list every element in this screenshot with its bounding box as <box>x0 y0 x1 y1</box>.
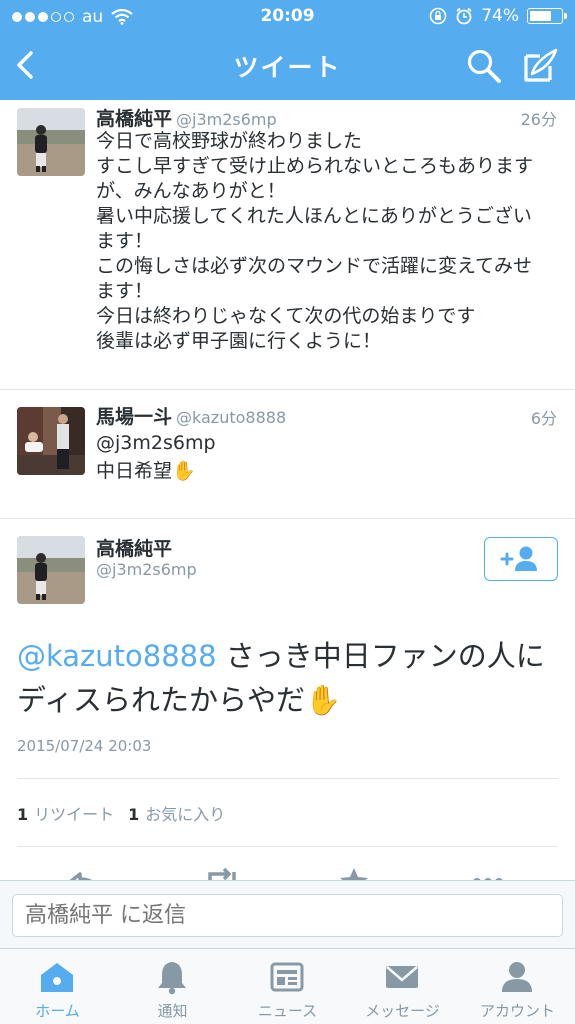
search-icon[interactable] <box>465 47 503 85</box>
author-handle[interactable]: @j3m2s6mp <box>96 560 197 579</box>
tab-label: ホーム <box>35 1002 80 1020</box>
tab-news[interactable]: ニュース <box>230 949 345 1024</box>
tweet-stats: 1 リツイート 1 お気に入り <box>17 801 225 825</box>
battery-icon <box>527 8 567 24</box>
tweet-timestamp: 2015/07/24 20:03 <box>17 737 152 755</box>
author-name: 高橋純平 <box>96 108 173 130</box>
avatar[interactable] <box>17 108 85 176</box>
home-icon <box>41 963 73 992</box>
tweet-text: 今日で高校野球が終わりました すこし早すぎて受け止められないところもあります が… <box>96 130 534 352</box>
avatar[interactable] <box>17 407 85 475</box>
news-icon <box>270 962 304 992</box>
author-handle: @kazuto8888 <box>176 408 287 427</box>
tweet-item[interactable]: 高橋純平 @j3m2s6mp 26分 今日で高校野球が終わりました すこし早すぎて… <box>0 100 575 390</box>
reply-input[interactable] <box>12 894 563 937</box>
mention-link[interactable]: @kazuto8888 <box>17 639 217 673</box>
tweet-actions <box>0 862 575 882</box>
tab-label: ニュース <box>257 1002 318 1020</box>
reply-bar <box>0 880 575 948</box>
tab-label: アカウント <box>479 1002 555 1020</box>
header: au 20:09 74% ツイート <box>0 0 575 100</box>
person-icon <box>502 962 532 992</box>
compose-icon[interactable] <box>520 46 560 86</box>
favorite-label: お気に入り <box>145 805 226 824</box>
retweet-stat[interactable]: 1 リツイート <box>17 801 114 825</box>
tab-notifications[interactable]: 通知 <box>115 949 230 1024</box>
battery-level <box>530 11 551 21</box>
favorite-stat[interactable]: 1 お気に入り <box>128 801 225 825</box>
tweet-text: @kazuto8888 さっき中日ファンの人にディスられたからやだ✋ <box>17 634 557 722</box>
nav-bar: ツイート <box>0 34 575 100</box>
status-right: 74% <box>429 6 567 26</box>
tab-messages[interactable]: メッセージ <box>345 949 460 1024</box>
tab-home[interactable]: ホーム <box>0 949 115 1024</box>
tweet-item[interactable]: 馬場一斗 @kazuto8888 6分 @j3m2s6mp 中日希望✋ <box>0 390 575 519</box>
divider <box>17 778 558 779</box>
author-name[interactable]: 高橋純平 <box>96 534 172 561</box>
tweet-time: 26分 <box>520 110 557 129</box>
envelope-icon <box>386 966 418 988</box>
retweet-count: 1 <box>17 805 29 824</box>
battery-percent: 74% <box>481 6 519 26</box>
author-handle: @j3m2s6mp <box>176 110 277 129</box>
tab-label: 通知 <box>157 1002 188 1020</box>
alarm-icon <box>456 7 472 25</box>
add-user-icon <box>500 546 537 571</box>
avatar[interactable] <box>17 536 85 604</box>
follow-button[interactable] <box>484 537 558 581</box>
status-bar: au 20:09 74% <box>0 0 575 34</box>
divider <box>17 846 558 847</box>
rotation-lock-icon <box>429 7 447 25</box>
tweet-time: 6分 <box>530 409 557 428</box>
favorite-count: 1 <box>128 805 140 824</box>
tweet-author[interactable]: 馬場一斗 @kazuto8888 <box>96 402 286 429</box>
author-name: 馬場一斗 <box>96 406 173 428</box>
tab-label: メッセージ <box>365 1002 440 1020</box>
tweet-text: @j3m2s6mp 中日希望✋ <box>96 432 216 482</box>
tab-bar: ホーム 通知 ニュース メッセージ アカウント <box>0 948 575 1024</box>
bell-icon <box>158 962 186 995</box>
retweet-label: リツイート <box>34 805 115 824</box>
tab-account[interactable]: アカウント <box>460 949 575 1024</box>
tweet-author[interactable]: 高橋純平 @j3m2s6mp <box>96 104 277 131</box>
